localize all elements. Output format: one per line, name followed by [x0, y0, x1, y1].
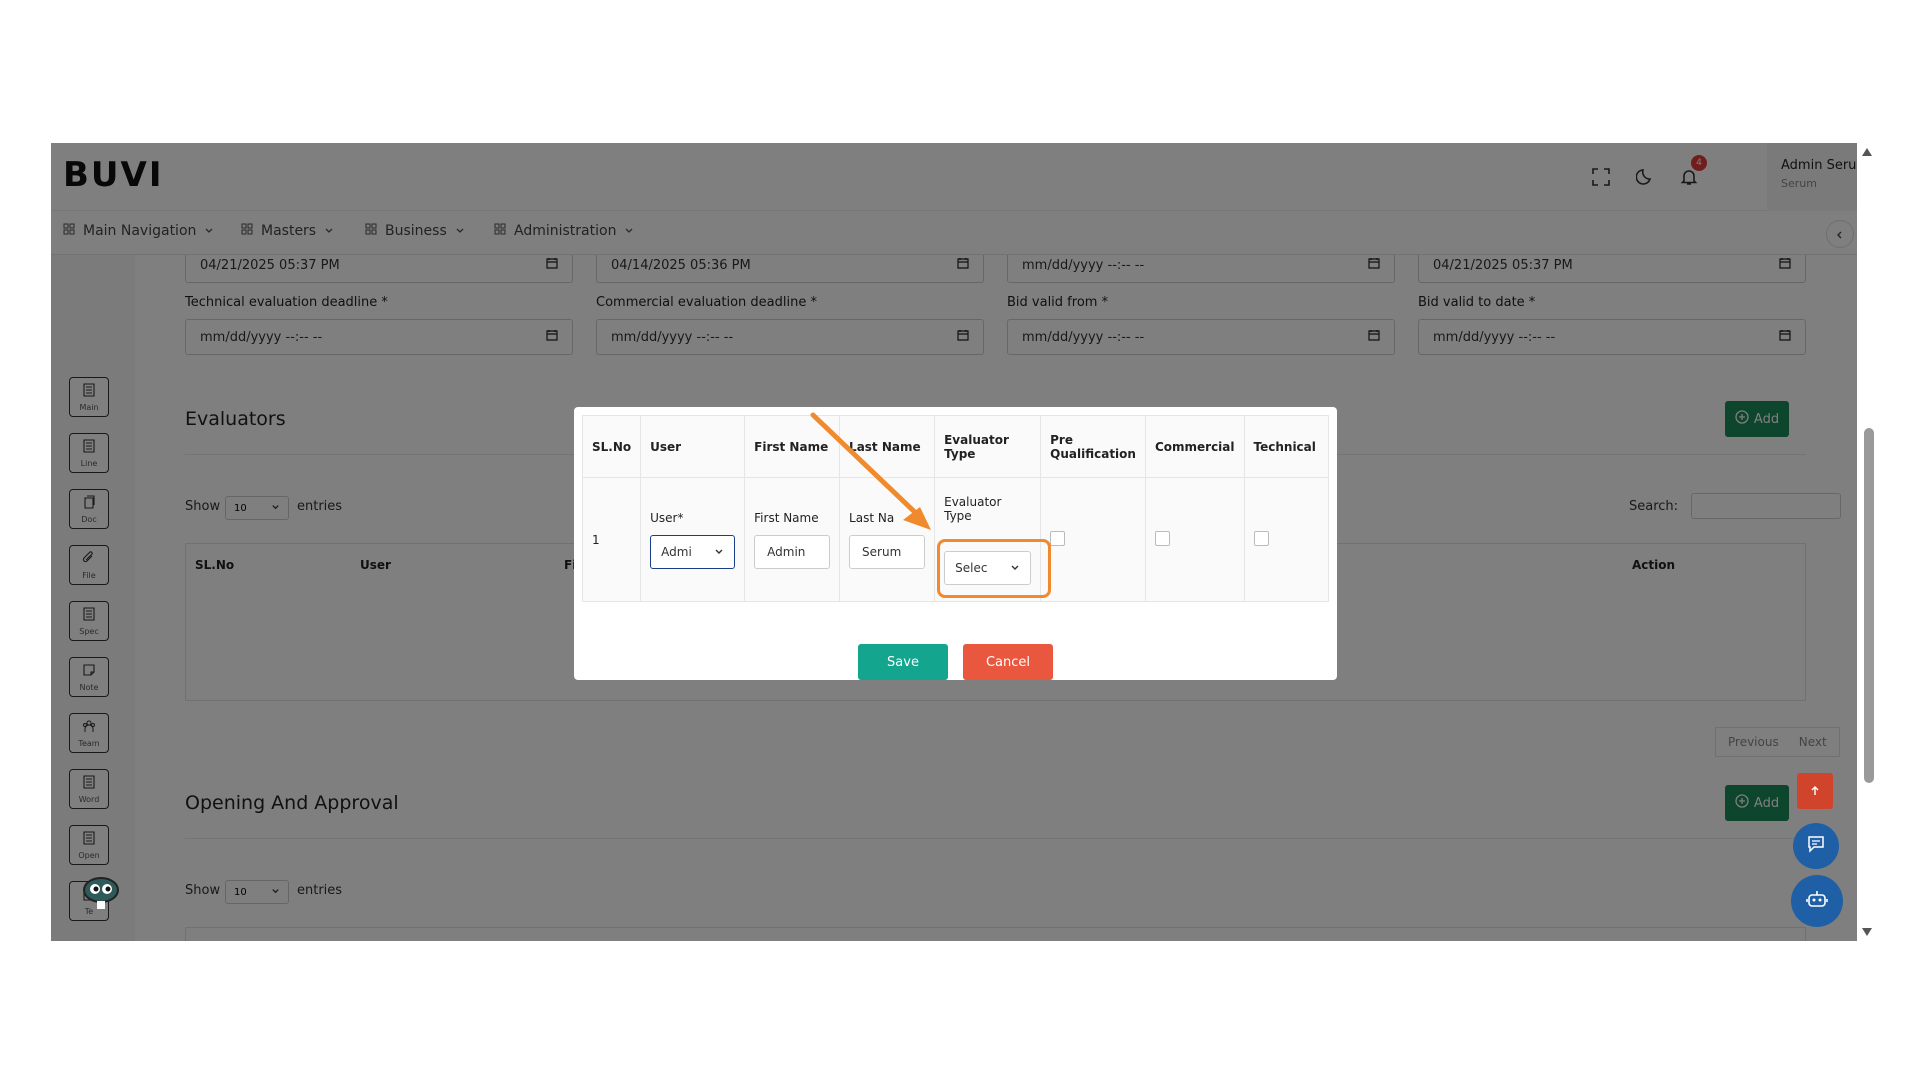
scroll-up-arrow-icon[interactable]	[1862, 148, 1872, 156]
scrollbar-thumb[interactable]	[1864, 428, 1874, 783]
scroll-top-button[interactable]	[1797, 773, 1833, 809]
robot-icon	[1805, 887, 1829, 915]
assistant-bot-button[interactable]	[1791, 875, 1843, 927]
arrow-up-icon	[1809, 782, 1821, 801]
app-window: BUVI 4 Admin Serum Serum Main Navigation…	[51, 143, 1857, 941]
chat-button[interactable]	[1793, 823, 1839, 869]
chat-icon	[1806, 834, 1826, 858]
annotation-arrow	[810, 412, 931, 530]
scroll-down-arrow-icon[interactable]	[1862, 928, 1872, 936]
bot-mascot-icon[interactable]	[81, 874, 121, 910]
